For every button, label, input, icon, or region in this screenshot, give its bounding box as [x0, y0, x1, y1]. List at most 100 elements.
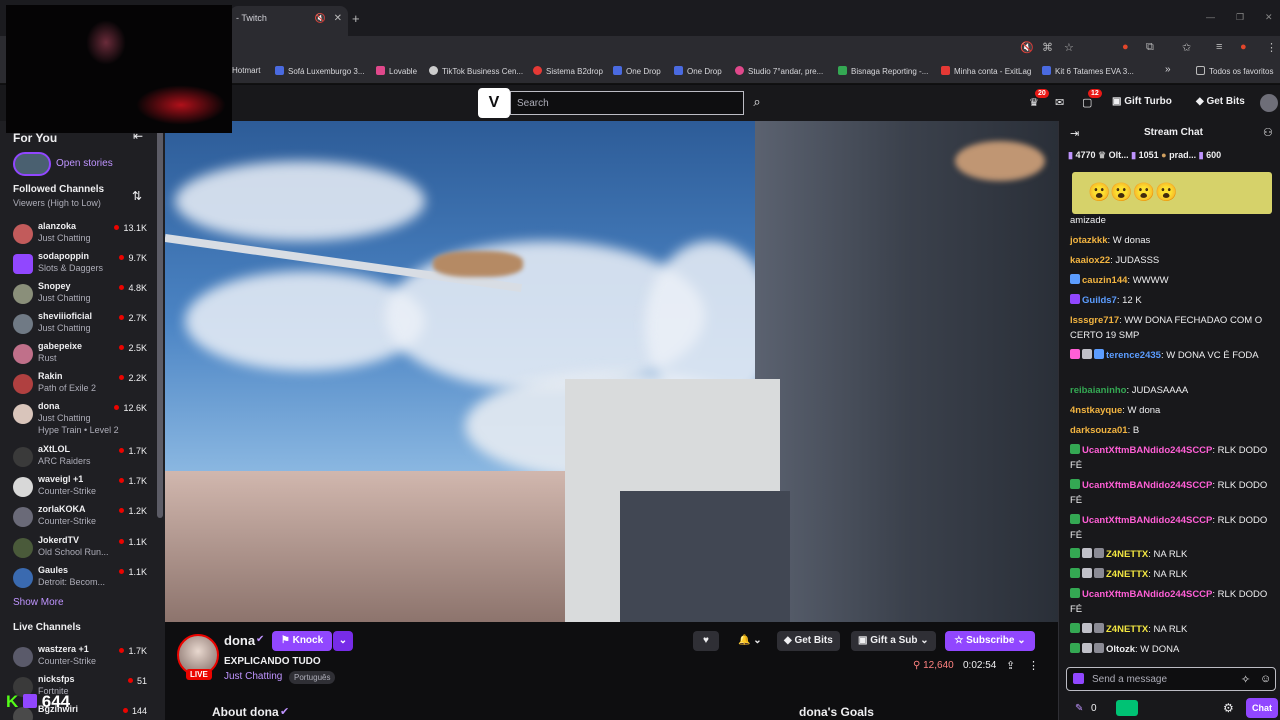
community-icon[interactable]: ⚇ [1263, 126, 1273, 139]
maximize-icon[interactable]: ❐ [1236, 12, 1244, 23]
bits-icon: ▮ [1198, 150, 1204, 160]
notifications-bell-icon[interactable]: 🔔 ⌄ [731, 631, 769, 651]
collapse-chat-icon[interactable]: ⇥ [1070, 127, 1079, 140]
sidebar-channel[interactable]: waveigl +1 Counter-Strike 1.7K [0, 474, 155, 504]
bookmark-item[interactable]: One Drop [674, 66, 722, 76]
gift-turbo-button[interactable]: ▣ Gift Turbo [1112, 96, 1172, 107]
sidebar-channel[interactable]: zorlaKOKA Counter-Strike 1.2K [0, 504, 155, 534]
sidebar-channel[interactable]: alanzoka Just Chatting 13.1K [0, 221, 155, 251]
user-avatar[interactable] [1260, 94, 1278, 112]
chat-send-button[interactable]: Chat [1246, 698, 1278, 718]
sort-icon[interactable]: ⇅ [132, 189, 142, 203]
more-options-icon[interactable]: ⋮ [1028, 659, 1039, 672]
favorites-icon[interactable]: ✩ [1182, 41, 1191, 54]
bookmark-item[interactable]: Lovable [376, 66, 417, 76]
viewer-count: 1.1K [119, 567, 147, 577]
sidebar-channel[interactable]: JokerdTV Old School Run... 1.1K [0, 535, 155, 565]
search-input[interactable]: Search [510, 91, 744, 115]
goals-heading: dona's Goals [799, 705, 874, 719]
channel-name[interactable]: dona [224, 633, 255, 648]
viewer-count: 12.6K [114, 403, 147, 413]
tab-close-icon[interactable]: ✕ [334, 13, 342, 24]
bookmark-star-icon[interactable]: ☆ [1064, 41, 1074, 54]
channel-points-icon[interactable]: ✎ [1075, 703, 1083, 714]
viewer-count: ⚲ 12,640 [913, 660, 954, 671]
bookmark-item[interactable]: Bisnaga Reporting -... [838, 66, 928, 76]
knock-dropdown-icon[interactable]: ⌄ [333, 631, 353, 651]
whispers-icon[interactable]: ✉ [1055, 96, 1064, 109]
live-dot-icon [119, 285, 125, 290]
all-favorites-folder[interactable]: Todos os favoritos [1196, 66, 1273, 76]
sidebar-channel[interactable]: Rakin Path of Exile 2 2.2K [0, 371, 155, 401]
avatar [13, 284, 33, 304]
knock-button[interactable]: ⚑ Knock [272, 631, 332, 651]
sidebar-channel[interactable]: Snopey Just Chatting 4.8K [0, 281, 155, 311]
sidebar-scrollbar[interactable] [157, 128, 163, 518]
new-tab-button[interactable]: + [352, 11, 360, 26]
viewer-count: 2.2K [119, 373, 147, 383]
bookmarks-overflow-button[interactable]: » [1165, 64, 1171, 75]
bookmark-item[interactable]: Kit 6 Tatames EVA 3... [1042, 66, 1134, 76]
emote-picker-icon[interactable]: ☺ [1260, 673, 1271, 685]
gift-icon[interactable] [1116, 700, 1138, 716]
search-icon[interactable]: ⌕ [744, 91, 770, 115]
language-tag[interactable]: Português [289, 671, 336, 684]
subscribe-button[interactable]: ☆ Subscribe ⌄ [945, 631, 1035, 651]
bookmark-item[interactable]: One Drop [613, 66, 661, 76]
chat-message: darksouza01: B [1070, 425, 1140, 436]
sidebar-channel[interactable]: wastzera +1 Counter-Strike 1.7K [0, 644, 155, 674]
hype-train-label: Hype Train • Level 2 [38, 425, 119, 435]
close-window-icon[interactable]: ✕ [1265, 12, 1273, 23]
stories-avatars[interactable] [13, 152, 51, 176]
get-bits-button[interactable]: ◆ Get Bits [777, 631, 840, 651]
extension-icon[interactable]: ● [1122, 41, 1129, 53]
chat-settings-icon[interactable]: ⚙ [1223, 701, 1234, 715]
bookmark-item[interactable]: Minha conta - ExitLag [941, 66, 1031, 76]
badge-icon [1094, 548, 1104, 558]
bits-cheer-icon[interactable]: ✧ [1241, 673, 1250, 686]
extensions-puzzle-icon[interactable]: ⧉ [1146, 41, 1154, 54]
bookmark-item[interactable]: Hotmart [232, 66, 260, 75]
profile-avatar-icon[interactable]: ● [1240, 41, 1247, 53]
sidebar-channel[interactable]: gabepeixe Rust 2.5K [0, 341, 155, 371]
chat-input[interactable]: Send a message ✧ ☺ [1066, 667, 1276, 691]
bookmark-item[interactable]: Studio 7°andar, pre... [735, 66, 823, 76]
avatar [13, 254, 33, 274]
avatar [13, 538, 33, 558]
mute-site-icon[interactable]: 🔇 [1020, 41, 1034, 54]
live-dot-icon [119, 448, 125, 453]
live-dot-icon [119, 255, 125, 260]
minimize-icon[interactable]: — [1206, 12, 1215, 22]
sidebar-channel[interactable]: sodapoppin Slots & Daggers 9.7K [0, 251, 155, 281]
live-dot-icon [119, 648, 125, 653]
site-logo-icon[interactable]: V [478, 88, 510, 118]
sidebar-channel[interactable]: Gaules Detroit: Becom... 1.1K [0, 565, 155, 595]
share-icon[interactable]: ⇪ [1006, 659, 1015, 672]
sidebar-channel[interactable]: dona Just Chatting 12.6K Hype Train • Le… [0, 401, 155, 439]
crown-icon: ♛ [1098, 150, 1107, 160]
get-bits-button[interactable]: ◆ Get Bits [1196, 96, 1245, 107]
browser-menu-icon[interactable]: ⋮ [1266, 41, 1277, 54]
bookmark-item[interactable]: Sistema B2drop [533, 66, 603, 76]
tab-mute-icon[interactable]: 🔇 [315, 13, 326, 24]
chat-message: UcantXftmBANdido244SCCP: RLK DODO FÉ [1070, 444, 1268, 471]
bookmark-item[interactable]: TikTok Business Cen... [429, 66, 523, 76]
open-stories-link[interactable]: Open stories [56, 158, 113, 169]
badge-icon [1082, 623, 1092, 633]
category-link[interactable]: Just Chatting [224, 671, 282, 682]
sidebar-channel[interactable]: sheviiioficial Just Chatting 2.7K [0, 311, 155, 341]
bookmark-item[interactable]: Sofá Luxemburgo 3... [275, 66, 365, 76]
prime-loot-icon[interactable]: ♛ [1029, 96, 1039, 109]
media-control-icon[interactable]: ≡ [1216, 41, 1222, 53]
chat-message: 4nstkayque: W dona [1070, 405, 1161, 416]
uptime: 0:02:54 [963, 660, 997, 671]
chat-identity-icon[interactable] [1073, 673, 1084, 684]
show-more-link[interactable]: Show More [13, 597, 64, 608]
follow-heart-icon[interactable]: ♥ [693, 631, 719, 651]
translate-icon[interactable]: ⌘ [1042, 41, 1053, 54]
viewer-count: 1.7K [119, 446, 147, 456]
browser-tab[interactable]: - Twitch 🔇 ✕ [230, 6, 348, 36]
video-player[interactable] [165, 121, 1058, 622]
sidebar-channel[interactable]: aXtLOL ARC Raiders 1.7K [0, 444, 155, 474]
gift-sub-button[interactable]: ▣ Gift a Sub ⌄ [851, 631, 936, 651]
